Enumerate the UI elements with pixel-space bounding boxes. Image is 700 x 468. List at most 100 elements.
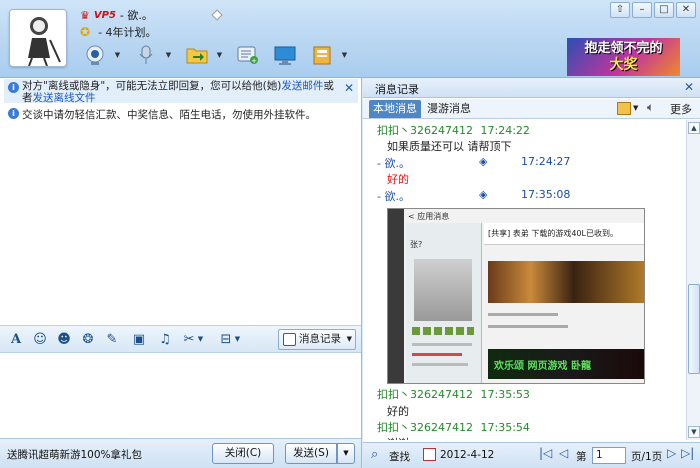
screenshot-profile-photo (414, 259, 472, 321)
history-export-icon[interactable] (617, 102, 631, 115)
voice-call-dropdown[interactable]: ▼ (164, 51, 173, 59)
shared-screenshot-image[interactable]: < 应用消息 张? [共享] 表弟 下载的游戏40L已收到。 欢乐颂 网页游戏 … (387, 208, 645, 384)
vip-row: ♛ VP5 - 欲.。 (80, 7, 153, 23)
offline-notice-close-icon[interactable]: ✕ (344, 81, 354, 95)
send-offline-file-link[interactable]: 发送离线文件 (33, 92, 96, 104)
message-history-panel: 消息记录 ✕ 本地消息 漫游消息 ▼ 🔈︎ 更多 扣扣丶326247412 17… (363, 78, 700, 468)
image-icon[interactable]: ▣ (130, 332, 148, 348)
font-icon[interactable]: A (7, 332, 25, 348)
send-email-link[interactable]: 发送邮件 (281, 80, 323, 92)
scroll-down-button[interactable]: ▼ (688, 426, 700, 438)
video-call-button[interactable] (80, 43, 110, 67)
page-number-input[interactable]: 1 (592, 447, 626, 464)
voice-call-button[interactable] (131, 43, 161, 67)
message-header: - 欲.。 ◈ 17:35:08 (377, 188, 570, 204)
screenshot-heading: [共享] 表弟 下载的游戏40L已收到。 (488, 229, 618, 238)
send-file-dropdown[interactable]: ▼ (215, 51, 224, 59)
tab-local-messages[interactable]: 本地消息 (369, 100, 421, 118)
magic-expression-icon[interactable]: ❂ (79, 332, 97, 348)
page-prefix: 第 (576, 451, 587, 463)
info-icon: i (8, 82, 19, 93)
message-input[interactable] (0, 354, 361, 436)
music-icon[interactable]: ♫ (156, 332, 174, 348)
message-record-label: 消息记录 (299, 333, 341, 345)
screenshot-game-banner: 欢乐颂 网页游戏 卧龍 (488, 349, 644, 379)
prev-page-icon[interactable]: ◁ (559, 446, 568, 460)
status-diamond-icon (211, 9, 223, 21)
remote-assist-button[interactable] (270, 43, 300, 67)
screenshot-text-line (412, 353, 462, 356)
history-scrollbar[interactable]: ▲ ▼ (686, 120, 700, 440)
screenshot-profile-name: 张? (410, 240, 423, 249)
message-time: 17:24:27 (521, 155, 571, 168)
history-bottom-bar: ⌕ 查找 2012-4-12 |◁ ◁ 第 1 页/1页 ▷ ▷| (363, 442, 700, 468)
screenshot-game-text: 欢乐颂 网页游戏 卧龍 (494, 361, 591, 372)
contact-avatar[interactable] (9, 9, 67, 67)
more-button[interactable]: 更多 (670, 101, 692, 117)
history-close-icon[interactable]: ✕ (684, 80, 694, 94)
message-text: 如果质量还可以 请帮顶下 (387, 140, 512, 153)
app-center-button[interactable] (307, 43, 337, 67)
next-page-icon[interactable]: ▷ (667, 446, 676, 460)
scroll-thumb[interactable] (688, 284, 700, 374)
close-button[interactable]: 关闭(C) (212, 443, 274, 464)
window-minimize-button[interactable]: – (632, 2, 652, 18)
webcam-icon (86, 45, 104, 65)
last-page-icon[interactable]: ▷| (681, 446, 694, 460)
message-record-button[interactable]: 消息记录 ▼ (278, 329, 356, 350)
window-maximize-button[interactable]: □ (654, 2, 674, 18)
emoji-icon[interactable]: ☺ (31, 332, 49, 348)
search-icon[interactable]: ⌕ (371, 447, 378, 462)
video-call-dropdown[interactable]: ▼ (113, 51, 122, 59)
contact-signature: - 4年计划。 (98, 26, 157, 39)
send-options-dropdown[interactable]: ▼ (337, 443, 355, 464)
screenshot-heading-bar: [共享] 表弟 下载的游戏40L已收到。 (484, 223, 644, 245)
window-close-button[interactable]: ✕ (676, 2, 696, 18)
screenshot-tab: < 应用消息 (408, 212, 450, 221)
scroll-up-button[interactable]: ▲ (688, 122, 700, 134)
history-export-dropdown-icon[interactable]: ▼ (633, 104, 638, 112)
sender-name: - 欲.。 (377, 157, 410, 170)
ad-link[interactable]: 送腾讯超萌新游100%拿礼包 (7, 447, 142, 462)
security-notice: i 交谈中请勿轻信汇款、中奖信息、陌生电话，勿使用外挂软件。 (4, 107, 358, 121)
vip-crown-icon: ♛ (80, 8, 90, 22)
status-diamond-icon: ◈ (479, 188, 488, 201)
screenshot-text-line (488, 313, 558, 316)
send-button[interactable]: 发送(S) (285, 443, 337, 464)
calendar-icon[interactable] (423, 448, 436, 461)
avatar-figure-icon (10, 10, 66, 66)
send-file-button[interactable] (182, 43, 212, 67)
speaker-icon[interactable]: 🔈︎ (647, 100, 654, 115)
vip-emoji-icon[interactable]: ☻ (55, 332, 73, 348)
monitor-icon (274, 46, 296, 65)
chat-history[interactable]: 扣扣丶326247412 17:24:22 如果质量还可以 请帮顶下 - 欲.。… (363, 120, 686, 440)
app-center-dropdown[interactable]: ▼ (340, 51, 349, 59)
offline-notice-part: 对方"离线或隐身"，可能无法立即回复，您可以给他(她) (22, 80, 282, 92)
promo-banner[interactable]: 抱走领不完的 大奖 (567, 38, 680, 76)
sender-name: 扣扣丶326247412 (377, 421, 473, 434)
screenshot-sidebar (388, 209, 404, 383)
first-page-icon[interactable]: |◁ (539, 446, 552, 460)
history-title: 消息记录 (375, 83, 419, 96)
window-pin-button[interactable]: ⇧ (610, 2, 630, 18)
svg-text:+: + (251, 57, 257, 65)
toolbox-dropdown-icon[interactable]: ▼ (233, 335, 242, 351)
offline-notice: i 对方"离线或隐身"，可能无法立即回复，您可以给他(她)发送邮件或者发送离线文… (4, 79, 358, 104)
date-picker[interactable]: 2012-4-12 (440, 449, 494, 461)
signature-row: ✪ - 4年计划。 (80, 24, 157, 40)
message-text: 好的 (387, 405, 409, 418)
doodle-icon[interactable]: ✎ (103, 332, 121, 348)
vip-badge[interactable]: VP5 (94, 10, 116, 21)
search-button[interactable]: 查找 (389, 449, 410, 464)
info-icon: i (8, 108, 19, 119)
message-header: 扣扣丶326247412 17:35:53 (377, 386, 530, 402)
screenshot-profile-column: 张? (406, 223, 482, 383)
screenshot-dropdown-icon[interactable]: ▼ (196, 335, 205, 351)
chat-list-icon: + (237, 46, 258, 65)
sender-name: - 欲.。 (377, 190, 410, 203)
tab-roaming-messages[interactable]: 漫游消息 (423, 100, 475, 118)
contact-nickname: - 欲.。 (119, 9, 153, 22)
message-header: - 欲.。 ◈ 17:24:27 (377, 155, 570, 171)
chat-window-header: ♛ VP5 - 欲.。 ✪ - 4年计划。 ▼ ▼ ▼ + ▼ ⇧ – □ ✕ … (0, 0, 700, 78)
create-discussion-button[interactable]: + (233, 43, 263, 67)
